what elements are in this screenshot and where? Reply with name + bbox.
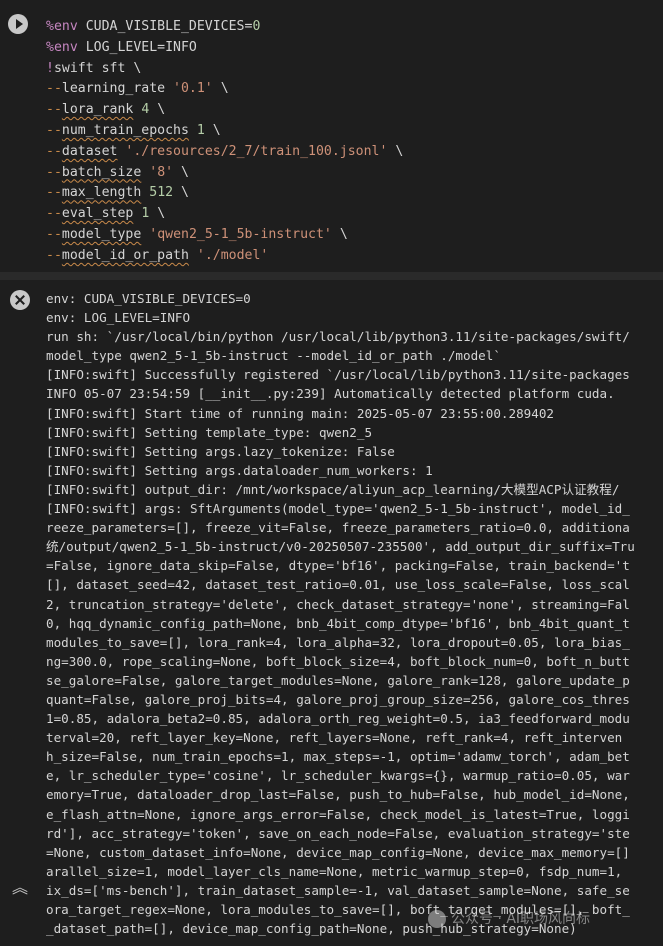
code-token: \: [387, 143, 404, 159]
output-line: e_flash_attn=None, ignore_args_error=Fal…: [46, 806, 630, 822]
output-line: rd'], acc_strategy='token', save_on_each…: [46, 825, 630, 841]
output-line: terval=20, reft_layer_key=None, reft_lay…: [46, 730, 623, 746]
code-token: --: [46, 164, 62, 180]
output-line: model_type qwen2_5-1_5b-instruct --model…: [46, 348, 501, 364]
code-token: learning_rate: [61, 81, 174, 97]
output-line: 0, hqq_dynamic_config_path=None, bnb_4bi…: [46, 615, 630, 631]
close-icon[interactable]: [10, 290, 30, 310]
output-line: =False, ignore_data_skip=False, dtype='b…: [46, 558, 630, 574]
code-token: 'qwen2_5-1_5b-instruct': [149, 226, 332, 242]
code-token: \: [173, 164, 189, 180]
output-line: h_size=False, num_train_epochs=1, max_st…: [46, 749, 630, 765]
code-token: batch_size: [61, 164, 142, 180]
output-line: =None, custom_dataset_info=None, device_…: [46, 844, 630, 860]
code-line: --max_length 512 \: [46, 183, 658, 204]
code-token: lora_rank: [61, 102, 134, 118]
output-line: [INFO:swift] Setting template_type: qwen…: [46, 424, 373, 440]
output-line: [INFO:swift] args: SftArguments(model_ty…: [46, 501, 630, 517]
output-line: modules_to_save=[], lora_rank=4, lora_al…: [46, 634, 630, 650]
code-token: './model': [196, 247, 269, 263]
code-token: --: [46, 247, 62, 263]
output-line: 1=0.85, adalora_beta2=0.85, adalora_orth…: [46, 711, 630, 727]
code-line: --batch_size '8' \: [46, 163, 658, 184]
output-line: [INFO:swift] Successfully registered `/u…: [46, 367, 630, 383]
output-line: 2, truncation_strategy='delete', check_d…: [46, 596, 630, 612]
code-token: eval_step: [61, 206, 134, 222]
code-line: --learning_rate '0.1' \: [46, 79, 658, 100]
output-line: INFO 05-07 23:54:59 [__init__.py:239] Au…: [46, 386, 615, 402]
code-token: swift sft \: [53, 60, 142, 76]
code-token: '8': [149, 164, 174, 180]
code-token: 1: [196, 122, 205, 138]
code-line: %env CUDA_VISIBLE_DEVICES=0: [46, 17, 658, 38]
code-token: !: [46, 60, 54, 76]
code-editor[interactable]: %env CUDA_VISIBLE_DEVICES=0 %env LOG_LEVE…: [46, 17, 658, 267]
output-line: 统/output/qwen2_5-1_5b-instruct/v0-202505…: [46, 539, 635, 555]
output-line: env: CUDA_VISIBLE_DEVICES=0: [46, 291, 251, 306]
code-line: --model_id_or_path './model': [46, 246, 658, 267]
code-token: dataset: [61, 143, 118, 159]
output-line: run sh: `/usr/local/bin/python /usr/loca…: [46, 329, 630, 345]
code-token: \: [204, 122, 221, 138]
code-token: LOG_LEVEL=INFO: [77, 39, 197, 55]
output-line: [INFO:swift] Setting args.lazy_tokenize:…: [46, 443, 395, 459]
code-token: \: [149, 102, 166, 118]
output-line: arallel_size=1, model_layer_cls_name=Non…: [46, 863, 623, 879]
code-line: --model_type 'qwen2_5-1_5b-instruct' \: [46, 225, 658, 246]
code-token: %env: [46, 19, 78, 34]
code-token: --: [46, 206, 62, 222]
output-line: reeze_parameters=[], freeze_vit=False, f…: [46, 520, 630, 536]
code-token: num_train_epochs: [61, 122, 189, 138]
output-line: e, lr_scheduler_type='cosine', lr_schedu…: [46, 768, 630, 784]
output-line: [INFO:swift] output_dir: /mnt/workspace/…: [46, 481, 620, 497]
output-line: [INFO:swift] Setting args.dataloader_num…: [46, 462, 433, 478]
code-line: --num_train_epochs 1 \: [46, 121, 658, 142]
code-token: model_id_or_path: [61, 247, 189, 263]
play-icon[interactable]: [8, 14, 28, 34]
code-token: 0: [252, 19, 261, 34]
code-cell[interactable]: %env CUDA_VISIBLE_DEVICES=0 %env LOG_LEVE…: [0, 0, 663, 272]
code-line: !swift sft \: [46, 59, 658, 80]
wechat-icon: [428, 910, 446, 928]
output-text: env: CUDA_VISIBLE_DEVICES=0 env: LOG_LEVE…: [46, 289, 663, 938]
output-line: [], dataset_seed=42, dataset_test_ratio=…: [46, 577, 630, 593]
code-token: \: [212, 81, 229, 97]
code-token: \: [331, 226, 348, 242]
code-line: --lora_rank 4 \: [46, 100, 658, 121]
code-line: --eval_step 1 \: [46, 204, 658, 225]
code-token: CUDA_VISIBLE_DEVICES=: [77, 19, 253, 34]
code-token: \: [173, 185, 189, 201]
output-line: ng=300.0, rope_scaling=None, boft_block_…: [46, 653, 630, 669]
code-token: %env: [46, 39, 78, 55]
code-line: --dataset './resources/2_7/train_100.jso…: [46, 142, 658, 163]
cell-divider: [0, 272, 663, 280]
code-token: --: [46, 81, 62, 97]
code-token: --: [46, 102, 62, 118]
output-line: se_galore=False, galore_target_modules=N…: [46, 672, 630, 688]
code-token: '0.1': [173, 81, 213, 97]
output-line: env: LOG_LEVEL=INFO: [46, 310, 191, 326]
output-line: quant=False, galore_proj_bits=4, galore_…: [46, 691, 630, 707]
watermark: 公众号 · AI职场风向标: [428, 907, 590, 931]
code-token: 512: [149, 185, 174, 201]
code-token: max_length: [61, 185, 142, 201]
watermark-text: 公众号 · AI职场风向标: [451, 911, 591, 927]
code-token: --: [46, 185, 62, 201]
code-token: './resources/2_7/train_100.jsonl': [125, 143, 388, 159]
output-line: emory=True, dataloader_drop_last=False, …: [46, 787, 630, 803]
output-area: ︽ env: CUDA_VISIBLE_DEVICES=0 env: LOG_LE…: [0, 280, 663, 946]
code-token: model_type: [61, 226, 142, 242]
code-token: \: [149, 206, 166, 222]
code-token: --: [46, 226, 62, 242]
code-token: --: [46, 143, 62, 159]
output-line: ix_ds=['ms-bench'], train_dataset_sample…: [46, 882, 630, 898]
output-line: [INFO:swift] Start time of running main:…: [46, 405, 554, 421]
code-token: --: [46, 122, 62, 138]
code-line: %env LOG_LEVEL=INFO: [46, 38, 658, 59]
double-chevron-up-icon[interactable]: ︽: [12, 878, 28, 898]
